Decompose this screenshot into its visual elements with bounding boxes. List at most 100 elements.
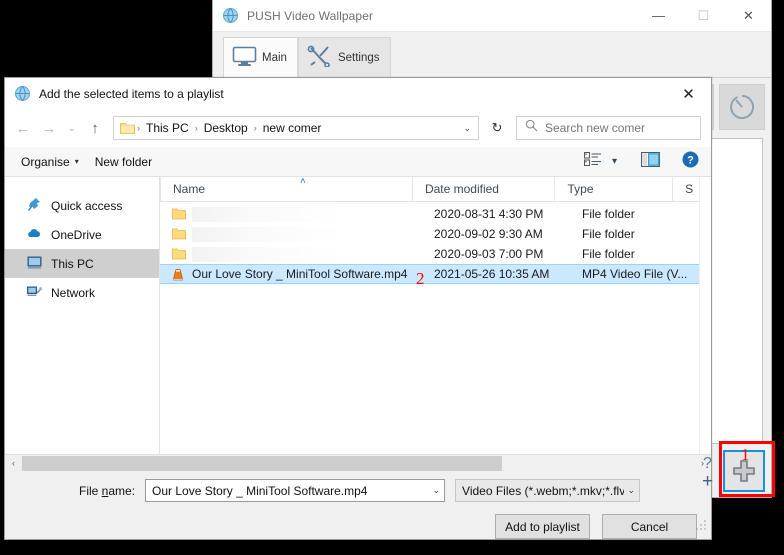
computer-icon (27, 255, 42, 273)
search-placeholder: Search new comer (545, 121, 646, 135)
scroll-thumb[interactable] (22, 455, 502, 471)
cloud-icon (27, 226, 42, 244)
vlc-icon (172, 268, 186, 281)
push-plus-peek-icon[interactable]: + (702, 471, 713, 493)
sidebar-item-this-pc[interactable]: This PC (5, 249, 159, 278)
filename-value: Our Love Story _ MiniTool Software.mp4 (152, 483, 368, 498)
file-type-cell: File folder (582, 227, 635, 241)
sidebar-item-network[interactable]: Network (5, 278, 159, 307)
add-to-playlist-dialog: Add the selected items to a playlist ✕ ←… (4, 77, 712, 540)
command-bar-right: ▾ ? (583, 151, 703, 173)
filter-value: Video Files (*.webm;*.mkv;*.flv; (462, 483, 624, 498)
navigation-pane: Quick access OneDrive This PC Network (5, 177, 160, 454)
pin-icon (27, 197, 42, 215)
preview-pane-icon[interactable] (641, 151, 660, 172)
filename-input[interactable]: Our Love Story _ MiniTool Software.mp4 ⌄ (145, 479, 446, 502)
folder-icon (172, 248, 186, 260)
search-box[interactable]: Search new comer (516, 116, 701, 140)
organise-button[interactable]: Organise ▾ (13, 155, 87, 169)
dialog-content: Quick access OneDrive This PC Network ˄ … (5, 176, 711, 454)
chevron-down-icon[interactable]: ⌄ (429, 485, 441, 496)
chevron-down-icon[interactable]: ⌄ (463, 123, 474, 134)
globe-icon (14, 85, 31, 102)
file-date-cell: 2021-05-26 10:35 AM (434, 267, 550, 281)
help-icon[interactable]: ? (682, 151, 699, 173)
breadcrumb-separator: › (253, 123, 257, 133)
file-type-filter-dropdown[interactable]: Video Files (*.webm;*.mkv;*.flv; ⌄ (455, 479, 641, 502)
chevron-down-icon: ▾ (74, 157, 79, 166)
sidebar-item-quick-access[interactable]: Quick access (5, 191, 159, 220)
sidebar-item-label: Network (51, 285, 96, 300)
breadcrumb-new-comer[interactable]: new comer (260, 121, 325, 135)
file-date-cell: 2020-09-02 9:30 AM (434, 227, 543, 241)
scroll-left-button[interactable]: ‹ (5, 458, 22, 468)
horizontal-scrollbar[interactable]: ‹ › (5, 454, 711, 472)
breadcrumb-this-pc[interactable]: This PC (143, 121, 192, 135)
back-button[interactable]: ← (11, 116, 35, 140)
column-header-date-modified[interactable]: Date modified (411, 176, 555, 202)
add-to-playlist-button[interactable]: Add to playlist (495, 514, 590, 539)
annotation-marker-2: 2 (416, 269, 425, 288)
file-type-cell: MP4 Video File (V... (582, 267, 688, 281)
chevron-down-icon[interactable]: ⌄ (624, 485, 636, 496)
forward-button[interactable]: → (37, 116, 61, 140)
tab-settings[interactable]: Settings (297, 37, 391, 77)
screen: PUSH Video Wallpaper — ☐ ✕ Main Settings… (0, 0, 784, 555)
file-list-pane: ˄ Name Date modified Type S 2020-08-31 4… (160, 176, 711, 454)
filename-label: File name: (79, 483, 136, 498)
tools-icon (307, 45, 333, 70)
table-row[interactable]: 2020-08-31 4:30 PM File folder (160, 204, 711, 224)
view-list-icon[interactable] (583, 152, 602, 171)
column-header-name[interactable]: Name (160, 176, 412, 202)
dialog-buttons: Add to playlist Cancel (19, 514, 697, 539)
address-bar[interactable]: › This PC › Desktop › new comer ⌄ (113, 116, 479, 140)
cancel-button[interactable]: Cancel (602, 514, 697, 539)
globe-icon (222, 7, 239, 24)
dialog-close-button[interactable]: ✕ (666, 78, 711, 109)
table-row[interactable]: Our Love Story _ MiniTool Software.mp4 2… (160, 264, 711, 284)
vertical-scrollbar[interactable] (699, 177, 711, 454)
column-header-type[interactable]: Type (554, 176, 672, 202)
search-icon (525, 119, 538, 137)
file-name-cell (160, 246, 422, 262)
dialog-titlebar: Add the selected items to a playlist ✕ (5, 78, 711, 109)
redacted-folder-name (192, 206, 342, 222)
push-minimize-button[interactable]: — (636, 0, 681, 32)
refresh-button[interactable]: ↻ (484, 116, 510, 140)
push-close-button[interactable]: ✕ (726, 0, 771, 32)
file-type-cell: File folder (582, 247, 635, 261)
file-name-label: Our Love Story _ MiniTool Software.mp4 (192, 267, 408, 281)
sidebar-item-onedrive[interactable]: OneDrive (5, 220, 159, 249)
file-list[interactable]: 2020-08-31 4:30 PM File folder 2020-09-0… (160, 202, 711, 454)
push-maximize-button[interactable]: ☐ (681, 0, 726, 32)
tab-main[interactable]: Main (223, 37, 298, 77)
filename-row: File name: Our Love Story _ MiniTool Sof… (19, 479, 697, 502)
folder-icon (120, 122, 135, 134)
resize-grip[interactable] (696, 518, 707, 536)
sidebar-item-label: This PC (51, 256, 94, 271)
file-name-cell: Our Love Story _ MiniTool Software.mp4 (160, 267, 422, 281)
table-row[interactable]: 2020-09-02 9:30 AM File folder (160, 224, 711, 244)
up-button[interactable]: ↑ (83, 116, 107, 140)
view-chevron-down-icon[interactable]: ▾ (612, 156, 617, 167)
scroll-track[interactable] (22, 454, 694, 472)
folder-icon (172, 228, 186, 240)
table-row[interactable]: 2020-09-03 7:00 PM File folder (160, 244, 711, 264)
recent-locations-button[interactable]: ⌄ (63, 116, 81, 140)
new-folder-button[interactable]: New folder (87, 155, 160, 169)
dialog-title: Add the selected items to a playlist (39, 86, 224, 101)
folder-icon (172, 208, 186, 220)
push-window-controls: — ☐ ✕ (636, 0, 771, 32)
organise-label: Organise (21, 154, 70, 169)
monitor-icon (232, 46, 257, 70)
tab-settings-label: Settings (337, 51, 380, 64)
sort-ascending-icon: ˄ (300, 176, 306, 187)
breadcrumb-desktop[interactable]: Desktop (201, 121, 251, 135)
sidebar-item-label: Quick access (51, 198, 123, 213)
file-date-cell: 2020-08-31 4:30 PM (434, 207, 544, 221)
column-headers: ˄ Name Date modified Type S (160, 176, 711, 202)
push-window-title: PUSH Video Wallpaper (247, 8, 374, 23)
timer-icon[interactable] (719, 84, 765, 130)
annotation-marker-1: 1 (741, 445, 750, 464)
svg-text:?: ? (687, 154, 694, 166)
